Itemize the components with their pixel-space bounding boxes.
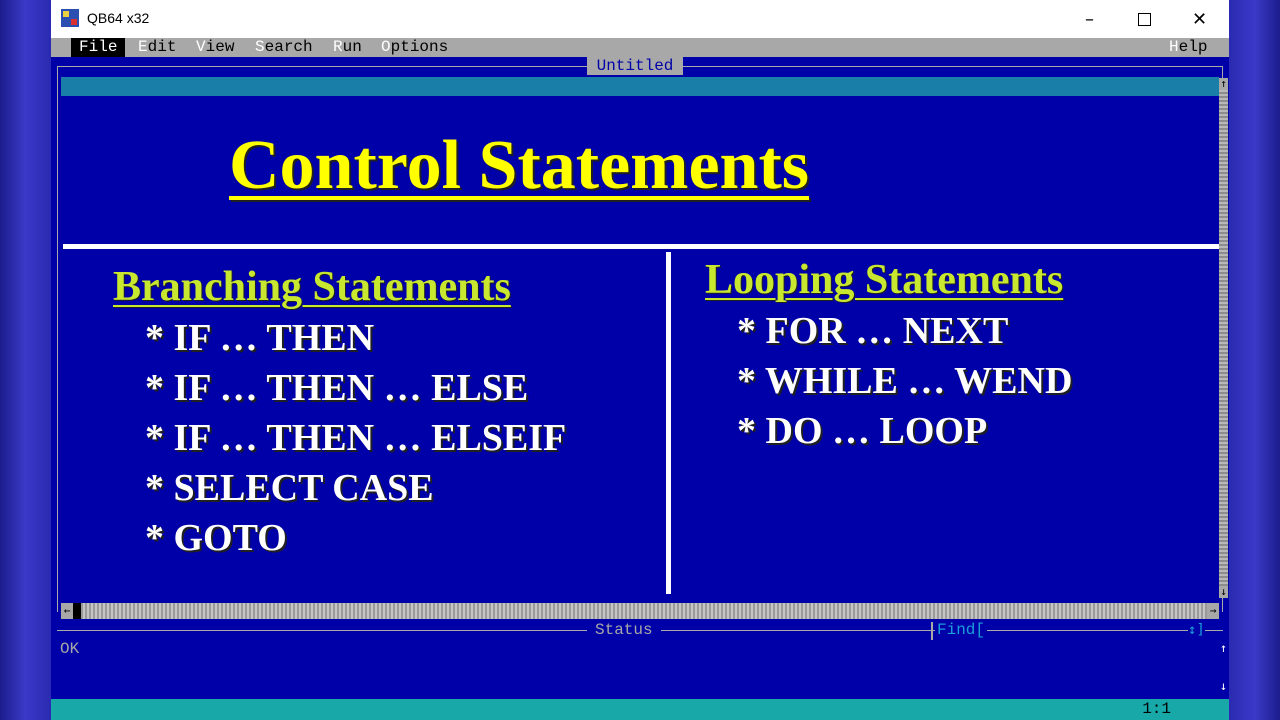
maximize-icon [1138,12,1151,26]
close-icon: ✕ [1191,8,1208,30]
scroll-left-arrow-icon[interactable]: ← [61,603,73,619]
looping-item: * WHILE … WEND [737,360,1073,402]
menu-options-hotkey: O [381,38,391,56]
menu-view-label: iew [205,38,235,56]
menu-file-hotkey: F [79,38,89,56]
branching-heading: Branching Statements [113,264,511,310]
window-title: QB64 x32 [87,10,150,26]
find-updown-icon[interactable]: ↕] [1188,621,1205,639]
menu-bar: File Edit View Search Run Options Help [51,38,1229,57]
menu-edit[interactable]: Edit [130,38,184,57]
menu-edit-hotkey: E [138,38,148,56]
status-message: OK [60,640,80,658]
branching-item: * IF … THEN … ELSEIF [145,417,567,459]
menu-options[interactable]: Options [373,38,456,57]
minimize-button[interactable]: – [1062,0,1117,38]
menu-help[interactable]: Help [1161,38,1215,57]
menu-view-hotkey: V [196,38,206,56]
menu-options-label: ptions [390,38,449,56]
branching-item: * IF … THEN … ELSE [145,367,529,409]
title-bar[interactable]: QB64 x32 – ✕ [51,0,1229,39]
status-label: Status [587,621,661,639]
scroll-up-arrow-icon[interactable]: ↑ [1219,78,1228,90]
editor-frame-left [57,66,58,612]
scroll-right-arrow-icon[interactable]: → [1207,603,1219,619]
menu-run[interactable]: Run [325,38,370,57]
minimize-icon: – [1085,8,1094,30]
status-scroll-down-icon[interactable]: ↓ [1219,679,1228,693]
find-field[interactable]: Find[ [935,621,988,639]
vertical-divider [666,252,671,594]
branching-item: * GOTO [145,517,287,559]
menu-help-label: elp [1178,38,1208,56]
menu-search-hotkey: S [255,38,265,56]
menu-search[interactable]: Search [247,38,321,57]
qb64-app-icon[interactable] [61,9,79,27]
menu-file-label: ile [88,38,118,56]
scroll-down-arrow-icon[interactable]: ↓ [1219,586,1228,598]
menu-help-hotkey: H [1169,38,1179,56]
looping-item: * DO … LOOP [737,410,988,452]
menu-edit-label: dit [147,38,177,56]
menu-search-label: earch [264,38,313,56]
menu-file[interactable]: File [71,38,126,57]
slide-title: Control Statements [229,127,810,204]
horizontal-divider [63,244,1226,249]
close-button[interactable]: ✕ [1172,0,1227,38]
branching-item: * IF … THEN [145,317,375,359]
status-scroll-up-icon[interactable]: ↑ [1219,641,1228,655]
slide-header-band [61,77,1219,96]
editor-horizontal-scrollbar[interactable]: ← → [61,603,1219,619]
menu-run-label: un [342,38,362,56]
qb64-window: QB64 x32 – ✕ File Edit View Search Run O… [51,0,1229,720]
branching-item: * SELECT CASE [145,467,434,509]
looping-item: * FOR … NEXT [737,310,1009,352]
menu-run-hotkey: R [333,38,343,56]
editor-vertical-scrollbar[interactable]: ↑ ↓ [1219,78,1228,598]
find-separator [931,622,933,640]
document-title: Untitled [587,57,683,75]
cursor-position: 1:1 [1142,700,1171,718]
looping-heading: Looping Statements [705,257,1064,303]
bottom-status-bar: 1:1 [51,699,1229,720]
menu-view[interactable]: View [188,38,242,57]
maximize-button[interactable] [1117,0,1172,38]
horizontal-scroll-thumb[interactable] [73,603,81,619]
